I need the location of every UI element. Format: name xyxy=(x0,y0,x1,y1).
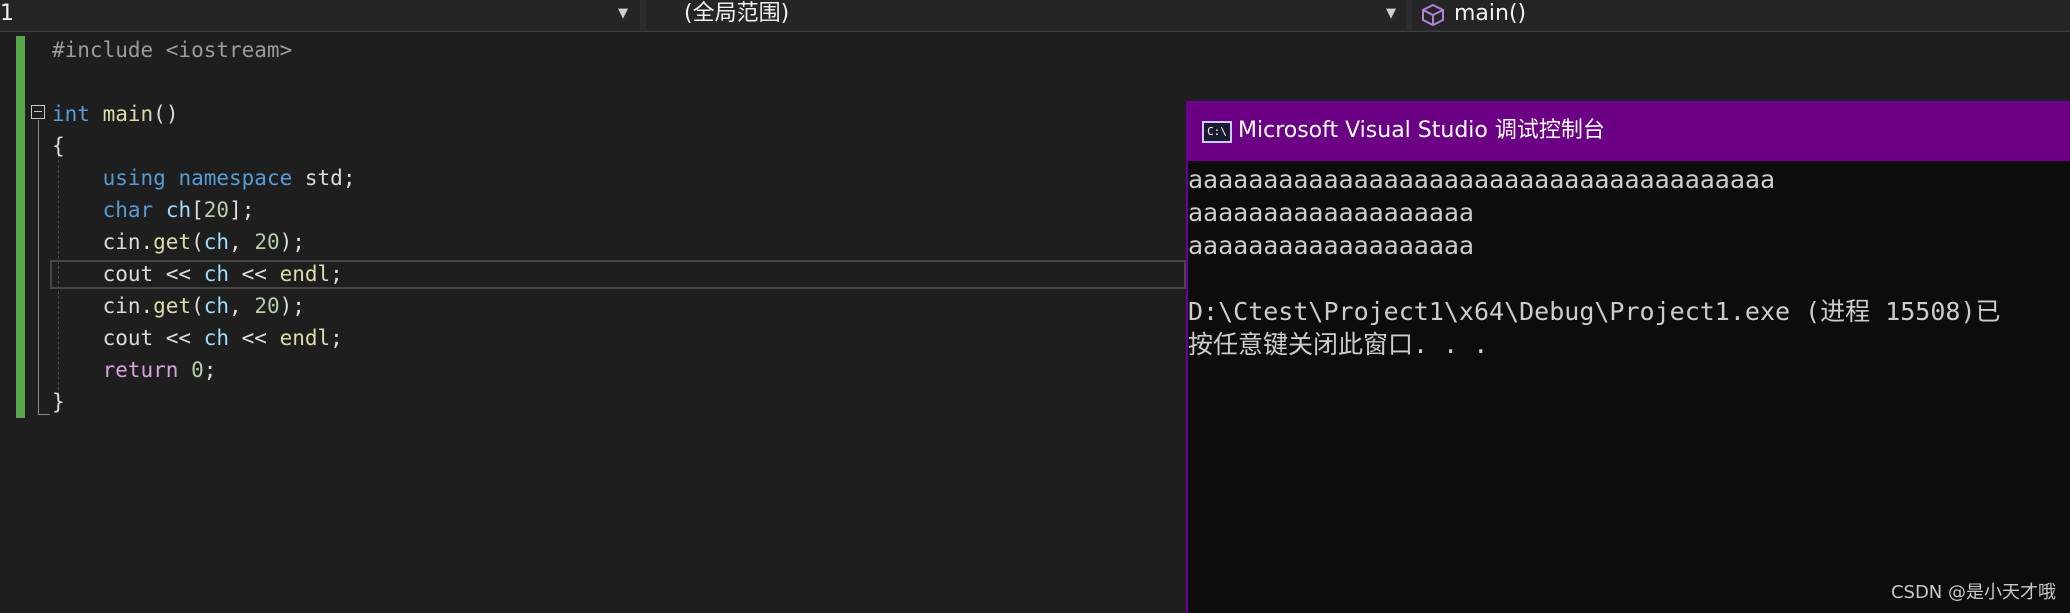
project-dropdown-value: 1 xyxy=(0,1,14,26)
console-icon: C:\ xyxy=(1202,121,1232,143)
code-token: cin. xyxy=(52,230,154,254)
fold-region-line xyxy=(38,120,39,414)
code-token: 20 xyxy=(203,198,230,222)
console-output-line: aaaaaaaaaaaaaaaaaaa xyxy=(1188,231,1474,260)
debug-console-window[interactable]: C:\ Microsoft Visual Studio 调试控制台 aaaaaa… xyxy=(1186,101,2070,613)
code-token: } xyxy=(52,390,65,414)
chevron-down-icon[interactable]: ▼ xyxy=(1386,0,1396,28)
fold-region-end xyxy=(38,414,50,415)
code-token: endl xyxy=(279,326,331,350)
code-token: get xyxy=(153,294,192,318)
code-token: << xyxy=(229,326,280,350)
code-token: , xyxy=(229,230,255,254)
code-token: get xyxy=(153,230,192,254)
console-output-line: 按任意键关闭此窗口. . . xyxy=(1188,330,1489,359)
change-indicator-bar xyxy=(16,36,25,418)
code-token: ); xyxy=(279,294,305,318)
scope-dropdown[interactable]: (全局范围) ▼ xyxy=(646,0,1406,30)
console-output-line: aaaaaaaaaaaaaaaaaaa xyxy=(1188,198,1474,227)
watermark: CSDN @是小天才哦 xyxy=(1890,582,2056,603)
code-token: ; xyxy=(330,262,343,286)
code-token: std; xyxy=(292,166,356,190)
code-line[interactable]: return 0; xyxy=(52,354,355,386)
code-token: << xyxy=(229,262,280,286)
code-token: cin. xyxy=(52,294,154,318)
code-line[interactable]: using namespace std; xyxy=(52,162,356,194)
console-title-bar[interactable]: C:\ Microsoft Visual Studio 调试控制台 xyxy=(1188,103,2070,161)
code-token: ch xyxy=(203,294,230,318)
code-token: 0 xyxy=(191,358,204,382)
code-token: using xyxy=(102,166,166,190)
code-token: endl xyxy=(279,262,331,286)
code-token: ); xyxy=(279,230,305,254)
console-output-line: aaaaaaaaaaaaaaaaaaaaaaaaaaaaaaaaaaaaaaa xyxy=(1188,165,1775,194)
member-dropdown[interactable]: main() xyxy=(1412,0,2070,30)
code-token: ; xyxy=(203,358,217,382)
code-token: ch xyxy=(203,230,230,254)
code-token: { xyxy=(52,134,65,158)
code-token: ch xyxy=(203,262,230,286)
code-token: () xyxy=(153,102,179,126)
code-line[interactable] xyxy=(52,66,355,98)
code-token: ch xyxy=(165,198,192,222)
code-text[interactable]: #include <iostream> int main() { using nam… xyxy=(52,34,355,418)
console-title: Microsoft Visual Studio 调试控制台 xyxy=(1238,118,1605,143)
code-token: ( xyxy=(191,294,204,318)
code-token: main xyxy=(102,102,154,126)
member-dropdown-value: main() xyxy=(1454,1,1527,26)
code-token: char xyxy=(102,198,154,222)
code-token: ( xyxy=(191,230,204,254)
code-token: return xyxy=(102,358,179,382)
code-token: ; xyxy=(330,326,343,350)
code-line[interactable]: char ch[20]; xyxy=(52,194,355,226)
code-token: int xyxy=(52,102,90,126)
code-line[interactable]: { xyxy=(52,130,355,162)
project-dropdown[interactable]: 1 ▼ xyxy=(0,0,640,30)
code-token: ch xyxy=(203,326,230,350)
code-token: 20 xyxy=(254,294,280,318)
code-line[interactable]: cout << ch << endl; xyxy=(52,258,355,290)
console-output[interactable]: aaaaaaaaaaaaaaaaaaaaaaaaaaaaaaaaaaaaaaa … xyxy=(1188,161,2070,611)
code-line[interactable]: cin.get(ch, 20); xyxy=(52,290,355,322)
code-line[interactable]: int main() xyxy=(52,98,355,130)
code-token: , xyxy=(229,294,255,318)
cube-icon xyxy=(1422,3,1444,27)
code-token: 20 xyxy=(254,230,280,254)
code-token: namespace xyxy=(178,166,293,190)
navigation-bar: 1 ▼ (全局范围) ▼ main() xyxy=(0,0,2070,32)
code-token: ]; xyxy=(229,198,255,222)
scope-dropdown-value: (全局范围) xyxy=(684,1,790,26)
code-line[interactable]: cin.get(ch, 20); xyxy=(52,226,355,258)
code-token: cout << xyxy=(52,262,204,286)
chevron-down-icon[interactable]: ▼ xyxy=(618,0,628,28)
code-token: [ xyxy=(191,198,204,222)
console-output-line: D:\Ctest\Project1\x64\Debug\Project1.exe… xyxy=(1188,297,2001,326)
code-line[interactable]: cout << ch << endl; xyxy=(52,322,355,354)
code-token: cout << xyxy=(52,326,204,350)
code-line[interactable]: } xyxy=(52,386,355,418)
code-line[interactable]: #include <iostream> xyxy=(52,34,355,66)
collapse-icon[interactable] xyxy=(31,105,45,119)
code-token: #include <iostream> xyxy=(52,38,293,62)
